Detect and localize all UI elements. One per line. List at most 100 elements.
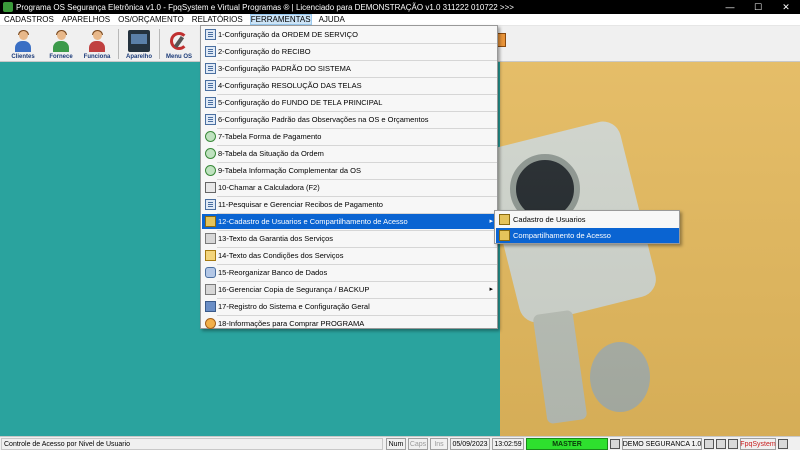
menu-item-config-ordem-servico[interactable]: 1-Configuração da ORDEM DE SERVIÇO (202, 27, 497, 42)
menu-item-label: 8-Tabela da Situação da Ordem (218, 149, 324, 158)
menu-item-label: 14-Texto das Condições dos Serviços (218, 251, 344, 260)
menu-item-recibos-pagamento[interactable]: 11-Pesquisar e Gerenciar Recibos de Paga… (202, 197, 497, 212)
status-date: 05/09/2023 (450, 438, 490, 450)
device-button[interactable]: Aparelho (121, 26, 157, 62)
menu-item-reorganizar-banco[interactable]: 15-Reorganizar Banco de Dados (202, 265, 497, 280)
menu-item-label: 12-Cadastro de Usuarios e Compartilhamen… (218, 217, 408, 226)
doc-icon (205, 80, 216, 91)
submenu-item-cadastro-usuarios[interactable]: Cadastro de Usuarios (496, 212, 679, 227)
maximize-button[interactable]: ☐ (744, 0, 772, 14)
doc-icon (205, 114, 216, 125)
doc-icon (205, 199, 216, 210)
suppliers-icon (50, 30, 72, 52)
menu-item-tabela-info-complementar[interactable]: 9-Tabela Informação Complementar da OS (202, 163, 497, 178)
menu-item-cadastro-usuarios[interactable]: 12-Cadastro de Usuarios e Compartilhamen… (202, 214, 497, 229)
doc-icon (205, 29, 216, 40)
doc-icon (205, 46, 216, 57)
menu-cadastros[interactable]: CADASTROS (4, 15, 54, 24)
menu-item-label: 15-Reorganizar Banco de Dados (218, 268, 328, 277)
users-icon (499, 230, 510, 241)
menu-item-label: 16-Gerenciar Copia de Segurança / BACKUP (218, 285, 370, 294)
tools-icon (205, 233, 216, 244)
submenu-item-label: Compartilhamento de Acesso (513, 231, 611, 240)
menu-item-registro-sistema[interactable]: 17-Registro do Sistema e Configuração Ge… (202, 299, 497, 314)
menu-item-label: 13-Texto da Garantia dos Serviços (218, 234, 334, 243)
submenu-arrow-icon: ▸ (489, 286, 493, 293)
submenu-arrow-icon: ▸ (489, 218, 493, 225)
status-brand: FpqSystem (740, 438, 776, 450)
menu-item-config-recibo[interactable]: 2-Configuração do RECIBO (202, 44, 497, 59)
menu-item-tabela-situacao-ordem[interactable]: 8-Tabela da Situação da Ordem (202, 146, 497, 161)
users-icon (205, 216, 216, 227)
menu-ajuda[interactable]: AJUDA (319, 15, 345, 24)
menu-item-label: 17-Registro do Sistema e Configuração Ge… (218, 302, 370, 311)
menu-item-label: 5-Configuração do FUNDO DE TELA PRINCIPA… (218, 98, 383, 107)
help-icon[interactable] (728, 439, 738, 449)
tools-icon (205, 284, 216, 295)
status-caps: Caps (408, 438, 428, 450)
menu-item-label: 9-Tabela Informação Complementar da OS (218, 166, 361, 175)
users-icon (499, 214, 510, 225)
globe-icon (205, 131, 216, 142)
minimize-button[interactable]: — (716, 0, 744, 14)
status-bar: Controle de Acesso por Nivel de Usuario … (0, 436, 800, 450)
menu-item-label: 7-Tabela Forma de Pagamento (218, 132, 322, 141)
status-user: MASTER (526, 438, 608, 450)
menu-aparelhos[interactable]: APARELHOS (62, 15, 110, 24)
menu-ferramentas[interactable]: FERRAMENTAS (249, 14, 312, 25)
window-title: Programa OS Segurança Eletrônica v1.0 - … (16, 2, 514, 12)
menu-item-config-padrao-sistema[interactable]: 3-Configuração PADRÃO DO SISTEMA (202, 61, 497, 76)
status-time: 13:02:59 (492, 438, 524, 450)
keyboard-icon[interactable] (716, 439, 726, 449)
menu-item-label: 4-Configuração RESOLUÇÃO DAS TELAS (218, 81, 362, 90)
save-icon (205, 301, 216, 312)
calculator-icon[interactable] (704, 439, 714, 449)
wall-shade (500, 62, 800, 436)
submenu-item-compartilhamento-acesso[interactable]: Compartilhamento de Acesso (496, 228, 679, 243)
close-button[interactable]: ✕ (772, 0, 800, 14)
menu-item-label: 18-Informações para Comprar PROGRAMA (218, 319, 365, 328)
usuarios-submenu: Cadastro de Usuarios Compartilhamento de… (494, 210, 680, 244)
window-controls: — ☐ ✕ (716, 0, 800, 14)
menu-item-tabela-forma-pagamento[interactable]: 7-Tabela Forma de Pagamento (202, 129, 497, 144)
menu-item-label: 1-Configuração da ORDEM DE SERVIÇO (218, 30, 358, 39)
toolbar-separator (159, 29, 160, 59)
device-button-label: Aparelho (125, 54, 152, 60)
doc-icon (205, 97, 216, 108)
suppliers-button[interactable]: Fornece (44, 26, 78, 62)
submenu-item-label: Cadastro de Usuarios (513, 215, 586, 224)
database-icon (205, 267, 216, 278)
menu-item-label: 3-Configuração PADRÃO DO SISTEMA (218, 64, 351, 73)
clients-button-label: Clientes (11, 54, 35, 60)
menu-relatorios[interactable]: RELATÓRIOS (192, 15, 243, 24)
suppliers-button-label: Fornece (49, 54, 73, 60)
settings-icon[interactable] (778, 439, 788, 449)
menu-item-calculadora[interactable]: 10-Chamar a Calculadora (F2) (202, 180, 497, 195)
menu-os-orcamento[interactable]: OS/ORÇAMENTO (118, 15, 184, 24)
menu-os-icon (168, 30, 190, 52)
menu-item-config-resolucao-telas[interactable]: 4-Configuração RESOLUÇÃO DAS TELAS (202, 78, 497, 93)
calculator-icon (205, 182, 216, 193)
menu-os-button-label: Menu OS (165, 54, 192, 60)
menu-item-config-observacoes[interactable]: 6-Configuração Padrão das Observações na… (202, 112, 497, 127)
doc-icon (205, 63, 216, 74)
employees-button-label: Funciona (83, 54, 111, 60)
cart-icon (205, 318, 216, 329)
employees-button[interactable]: Funciona (80, 26, 114, 62)
status-message: Controle de Acesso por Nivel de Usuario (1, 438, 383, 450)
menu-item-comprar-programa[interactable]: 18-Informações para Comprar PROGRAMA (202, 316, 497, 331)
clients-icon (12, 30, 34, 52)
menu-item-texto-condicoes[interactable]: 14-Texto das Condições dos Serviços (202, 248, 497, 263)
menu-os-button[interactable]: Menu OS (162, 26, 196, 62)
menu-item-config-fundo-tela[interactable]: 5-Configuração do FUNDO DE TELA PRINCIPA… (202, 95, 497, 110)
menu-item-texto-garantia[interactable]: 13-Texto da Garantia dos Serviços (202, 231, 497, 246)
status-ins: Ins (430, 438, 448, 450)
employees-icon (86, 30, 108, 52)
globe-icon (205, 148, 216, 159)
toolbar-separator (118, 29, 119, 59)
app-icon (3, 2, 13, 12)
clients-button[interactable]: Clientes (6, 26, 40, 62)
menu-item-label: 2-Configuração do RECIBO (218, 47, 311, 56)
menu-item-backup[interactable]: 16-Gerenciar Copia de Segurança / BACKUP… (202, 282, 497, 297)
computer-icon (610, 439, 620, 449)
